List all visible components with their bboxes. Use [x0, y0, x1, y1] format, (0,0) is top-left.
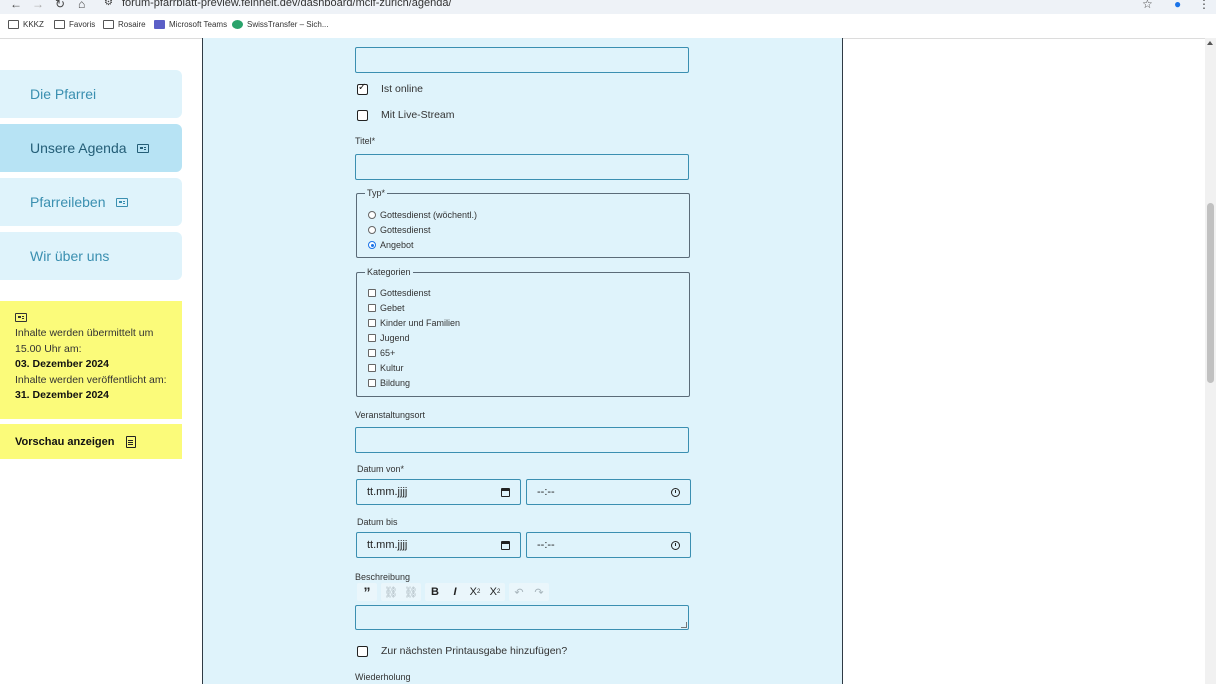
sidebar-item-agenda[interactable]: Unsere Agenda — [0, 124, 182, 172]
folder-icon — [54, 20, 65, 29]
checkbox[interactable] — [368, 304, 376, 312]
checkbox[interactable] — [368, 364, 376, 372]
clock-icon[interactable] — [671, 540, 680, 550]
time-from-input[interactable]: --:-- — [526, 479, 691, 505]
scrollbar-thumb[interactable] — [1207, 203, 1214, 383]
bookmarks-bar: KKKZ Favoris Rosaire Microsoft Teams Swi… — [0, 14, 1216, 39]
category-option[interactable]: Kultur — [368, 363, 404, 373]
categories-fieldset: Kategorien Gottesdienst Gebet Kinder und… — [356, 267, 690, 397]
date-from-input[interactable]: tt.mm.jjjj — [356, 479, 521, 505]
reload-icon[interactable]: ↻ — [55, 0, 65, 11]
radio-button[interactable] — [368, 241, 376, 249]
radio-button[interactable] — [368, 226, 376, 234]
editor-toolbar: ” ⛓ ⛓ B I X2 X2 ↶ ↷ — [357, 583, 549, 601]
teams-icon — [154, 20, 165, 29]
scrollbar[interactable] — [1205, 38, 1216, 684]
location-label: Veranstaltungsort — [355, 410, 426, 420]
date-from-label: Datum von* — [357, 464, 405, 474]
location-input[interactable] — [355, 427, 689, 453]
bookmark-rosaire[interactable]: Rosaire — [103, 20, 146, 29]
checkbox[interactable] — [368, 379, 376, 387]
description-label: Beschreibung — [355, 572, 411, 582]
livestream-checkbox[interactable] — [357, 110, 368, 121]
redo-icon[interactable]: ↷ — [529, 583, 549, 601]
category-option[interactable]: Gebet — [368, 303, 405, 313]
radio-button[interactable] — [368, 211, 376, 219]
date-to-label: Datum bis — [357, 517, 398, 527]
calendar-icon — [115, 197, 128, 207]
browser-toolbar: ← → ↻ ⌂ ⚙ forum-pfarrblatt-preview.feinh… — [0, 0, 1216, 14]
subscript-icon[interactable]: X2 — [465, 583, 485, 601]
blockquote-icon[interactable]: ” — [357, 583, 377, 601]
bold-icon[interactable]: B — [425, 583, 445, 601]
scroll-up-icon[interactable] — [1207, 41, 1213, 45]
categories-legend: Kategorien — [367, 267, 411, 277]
type-legend: Typ* — [367, 188, 386, 198]
checkbox[interactable] — [368, 349, 376, 357]
bookmark-star-icon[interactable]: ☆ — [1142, 0, 1153, 11]
recurrence-label: Wiederholung — [355, 672, 411, 682]
calendar-icon[interactable] — [501, 487, 510, 497]
time-to-input[interactable]: --:-- — [526, 532, 691, 558]
type-option[interactable]: Gottesdienst — [368, 225, 431, 235]
online-label: Ist online — [381, 83, 424, 95]
site-settings-icon[interactable]: ⚙ — [104, 0, 113, 8]
category-option[interactable]: Kinder und Familien — [368, 318, 460, 328]
clock-icon[interactable] — [671, 487, 680, 497]
menu-icon[interactable]: ⋮ — [1198, 0, 1210, 11]
superscript-icon[interactable]: X2 — [485, 583, 505, 601]
print-checkbox[interactable] — [357, 646, 368, 657]
swisstransfer-icon — [232, 20, 243, 29]
calendar-icon — [15, 313, 27, 322]
category-option[interactable]: Gottesdienst — [368, 288, 431, 298]
preview-button[interactable]: Vorschau anzeigen — [0, 424, 182, 459]
date-to-input[interactable]: tt.mm.jjjj — [356, 532, 521, 558]
unlink-icon[interactable]: ⛓ — [401, 583, 421, 601]
agenda-form: Ist online Mit Live-Stream Titel* Typ* G… — [202, 38, 843, 684]
category-option[interactable]: Bildung — [368, 378, 410, 388]
sidebar-item-wir-ueber-uns[interactable]: Wir über uns — [0, 232, 182, 280]
online-checkbox[interactable] — [357, 82, 368, 95]
type-fieldset: Typ* Gottesdienst (wöchentl.) Gottesdien… — [356, 188, 690, 258]
checkbox[interactable] — [368, 334, 376, 342]
calendar-icon[interactable] — [501, 540, 510, 550]
resize-handle-icon[interactable] — [681, 622, 687, 628]
print-label: Zur nächsten Printausgabe hinzufügen? — [381, 645, 568, 657]
link-icon[interactable]: ⛓ — [381, 583, 401, 601]
description-textarea[interactable] — [355, 605, 689, 630]
bookmark-kkkz[interactable]: KKKZ — [8, 20, 44, 29]
deadline-info-box: Inhalte werden übermittelt um 15.00 Uhr … — [0, 301, 182, 419]
title-label: Titel* — [355, 136, 376, 146]
checkbox[interactable] — [368, 319, 376, 327]
document-icon — [126, 435, 137, 448]
calendar-icon — [136, 143, 149, 153]
type-option[interactable]: Angebot — [368, 240, 414, 250]
bookmark-teams[interactable]: Microsoft Teams — [154, 20, 227, 29]
folder-icon — [103, 20, 114, 29]
bookmark-swisstransfer[interactable]: SwissTransfer – Sich... — [232, 20, 329, 29]
forward-icon[interactable]: → — [32, 0, 44, 11]
sidebar-item-pfarrei[interactable]: Die Pfarrei — [0, 70, 182, 118]
text-input-top[interactable] — [355, 47, 689, 73]
title-input[interactable] — [355, 154, 689, 180]
profile-icon[interactable]: ● — [1174, 0, 1181, 11]
category-option[interactable]: Jugend — [368, 333, 410, 343]
category-option[interactable]: 65+ — [368, 348, 395, 358]
back-icon[interactable]: ← — [10, 0, 22, 11]
folder-icon — [8, 20, 19, 29]
bookmark-favoris[interactable]: Favoris — [54, 20, 95, 29]
italic-icon[interactable]: I — [445, 583, 465, 601]
type-option[interactable]: Gottesdienst (wöchentl.) — [368, 210, 477, 220]
sidebar-item-pfarreileben[interactable]: Pfarreileben — [0, 178, 182, 226]
checkbox[interactable] — [368, 289, 376, 297]
home-icon[interactable]: ⌂ — [78, 0, 85, 11]
livestream-label: Mit Live-Stream — [381, 109, 455, 121]
address-bar[interactable]: forum-pfarrblatt-preview.feinheit.dev/da… — [122, 0, 452, 9]
undo-icon[interactable]: ↶ — [509, 583, 529, 601]
